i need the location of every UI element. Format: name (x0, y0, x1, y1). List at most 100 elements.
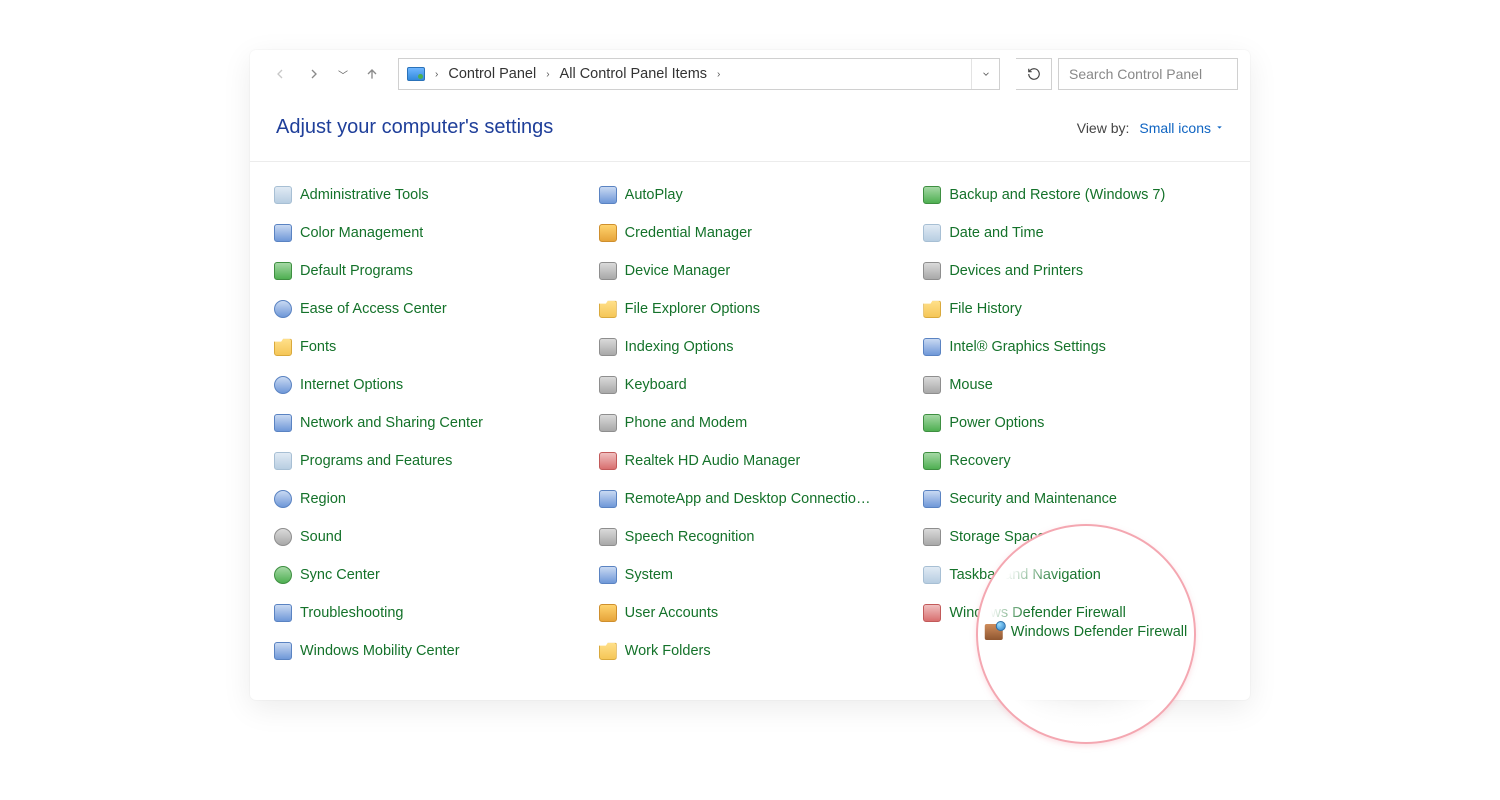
taskbar-and-navigation-icon (923, 566, 941, 584)
view-by: View by: Small icons (1077, 120, 1224, 136)
item-label: Region (300, 491, 346, 507)
view-by-label: View by: (1077, 120, 1130, 136)
firewall-icon (985, 624, 1003, 640)
back-button[interactable] (266, 60, 294, 88)
breadcrumb-current[interactable]: All Control Panel Items (558, 62, 709, 86)
item-label: Sound (300, 529, 342, 545)
item-label: Windows Mobility Center (300, 643, 460, 659)
control-panel-item-troubleshooting[interactable]: Troubleshooting (268, 600, 583, 626)
intel-graphics-settings-icon (923, 338, 941, 356)
search-input[interactable] (1058, 58, 1238, 90)
ease-of-access-center-icon (274, 300, 292, 318)
windows-mobility-center-icon (274, 642, 292, 660)
up-button[interactable] (358, 60, 386, 88)
header: Adjust your computer's settings View by:… (250, 98, 1250, 161)
control-panel-item-indexing-options[interactable]: Indexing Options (593, 334, 908, 360)
control-panel-item-region[interactable]: Region (268, 486, 583, 512)
item-label: Security and Maintenance (949, 491, 1117, 507)
control-panel-item-windows-defender-firewall[interactable]: Windows Defender Firewall (917, 600, 1232, 626)
item-label: Intel® Graphics Settings (949, 339, 1106, 355)
control-panel-item-user-accounts[interactable]: User Accounts (593, 600, 908, 626)
items-grid: Administrative Tools AutoPlay Backup and R… (250, 162, 1250, 700)
item-label: Speech Recognition (625, 529, 755, 545)
item-label: Backup and Restore (Windows 7) (949, 187, 1165, 203)
file-explorer-options-icon (599, 300, 617, 318)
control-panel-item-keyboard[interactable]: Keyboard (593, 372, 908, 398)
item-label: Date and Time (949, 225, 1043, 241)
region-icon (274, 490, 292, 508)
control-panel-item-credential-manager[interactable]: Credential Manager (593, 220, 908, 246)
control-panel-item-system[interactable]: System (593, 562, 908, 588)
control-panel-item-fonts[interactable]: Fonts (268, 334, 583, 360)
control-panel-item-mouse[interactable]: Mouse (917, 372, 1232, 398)
control-panel-item-security-and-maintenance[interactable]: Security and Maintenance (917, 486, 1232, 512)
control-panel-item-taskbar-and-navigation[interactable]: Taskbar and Navigation (917, 562, 1232, 588)
control-panel-item-file-explorer-options[interactable]: File Explorer Options (593, 296, 908, 322)
breadcrumb-root[interactable]: Control Panel (446, 62, 538, 86)
control-panel-item-default-programs[interactable]: Default Programs (268, 258, 583, 284)
programs-and-features-icon (274, 452, 292, 470)
network-and-sharing-center-icon (274, 414, 292, 432)
control-panel-item-realtek-hd-audio-manager[interactable]: Realtek HD Audio Manager (593, 448, 908, 474)
address-history-button[interactable] (971, 59, 999, 89)
control-panel-item-recovery[interactable]: Recovery (917, 448, 1232, 474)
forward-button[interactable] (300, 60, 328, 88)
security-and-maintenance-icon (923, 490, 941, 508)
control-panel-item-windows-defender-firewall[interactable]: Windows Defender Firewall (985, 624, 1187, 640)
page-title: Adjust your computer's settings (276, 116, 553, 139)
item-label: Taskbar and Navigation (949, 567, 1101, 583)
control-panel-item-power-options[interactable]: Power Options (917, 410, 1232, 436)
control-panel-item-windows-mobility-center[interactable]: Windows Mobility Center (268, 638, 583, 664)
file-history-icon (923, 300, 941, 318)
remoteapp-and-desktop-connectio-icon (599, 490, 617, 508)
control-panel-item-backup-and-restore-windows-7[interactable]: Backup and Restore (Windows 7) (917, 182, 1232, 208)
control-panel-item-network-and-sharing-center[interactable]: Network and Sharing Center (268, 410, 583, 436)
item-label: Keyboard (625, 377, 687, 393)
control-panel-item-date-and-time[interactable]: Date and Time (917, 220, 1232, 246)
item-label: Storage Spaces (949, 529, 1052, 545)
item-label: Indexing Options (625, 339, 734, 355)
view-by-dropdown[interactable]: Small icons (1139, 120, 1224, 136)
storage-spaces-icon (923, 528, 941, 546)
recent-locations-button[interactable]: ﹀ (334, 67, 352, 82)
chevron-right-icon[interactable]: › (713, 69, 724, 80)
control-panel-item-remoteapp-and-desktop-connectio[interactable]: RemoteApp and Desktop Connectio… (593, 486, 908, 512)
item-label: Phone and Modem (625, 415, 748, 431)
control-panel-item-storage-spaces[interactable]: Storage Spaces (917, 524, 1232, 550)
internet-options-icon (274, 376, 292, 394)
item-label: Default Programs (300, 263, 413, 279)
control-panel-item-work-folders[interactable]: Work Folders (593, 638, 908, 664)
realtek-hd-audio-manager-icon (599, 452, 617, 470)
refresh-button[interactable] (1016, 58, 1052, 90)
chevron-right-icon[interactable]: › (542, 69, 553, 80)
speech-recognition-icon (599, 528, 617, 546)
chevron-right-icon[interactable]: › (431, 69, 442, 80)
control-panel-item-devices-and-printers[interactable]: Devices and Printers (917, 258, 1232, 284)
item-label: Realtek HD Audio Manager (625, 453, 801, 469)
color-management-icon (274, 224, 292, 242)
credential-manager-icon (599, 224, 617, 242)
control-panel-item-internet-options[interactable]: Internet Options (268, 372, 583, 398)
control-panel-item-programs-and-features[interactable]: Programs and Features (268, 448, 583, 474)
control-panel-item-phone-and-modem[interactable]: Phone and Modem (593, 410, 908, 436)
control-panel-item-color-management[interactable]: Color Management (268, 220, 583, 246)
control-panel-item-ease-of-access-center[interactable]: Ease of Access Center (268, 296, 583, 322)
control-panel-window: ﹀ › Control Panel › All Control Panel It… (250, 50, 1250, 700)
control-panel-item-speech-recognition[interactable]: Speech Recognition (593, 524, 908, 550)
view-by-value: Small icons (1139, 120, 1211, 136)
control-panel-item-sync-center[interactable]: Sync Center (268, 562, 583, 588)
item-label: Windows Defender Firewall (949, 605, 1125, 621)
control-panel-item-intel-graphics-settings[interactable]: Intel® Graphics Settings (917, 334, 1232, 360)
item-label: Fonts (300, 339, 336, 355)
item-label: File Explorer Options (625, 301, 760, 317)
item-label: Windows Defender Firewall (1011, 624, 1187, 640)
control-panel-icon (407, 67, 425, 81)
item-label: User Accounts (625, 605, 719, 621)
control-panel-item-administrative-tools[interactable]: Administrative Tools (268, 182, 583, 208)
control-panel-item-device-manager[interactable]: Device Manager (593, 258, 908, 284)
item-label: Recovery (949, 453, 1010, 469)
control-panel-item-file-history[interactable]: File History (917, 296, 1232, 322)
control-panel-item-sound[interactable]: Sound (268, 524, 583, 550)
address-bar[interactable]: › Control Panel › All Control Panel Item… (398, 58, 1000, 90)
control-panel-item-autoplay[interactable]: AutoPlay (593, 182, 908, 208)
